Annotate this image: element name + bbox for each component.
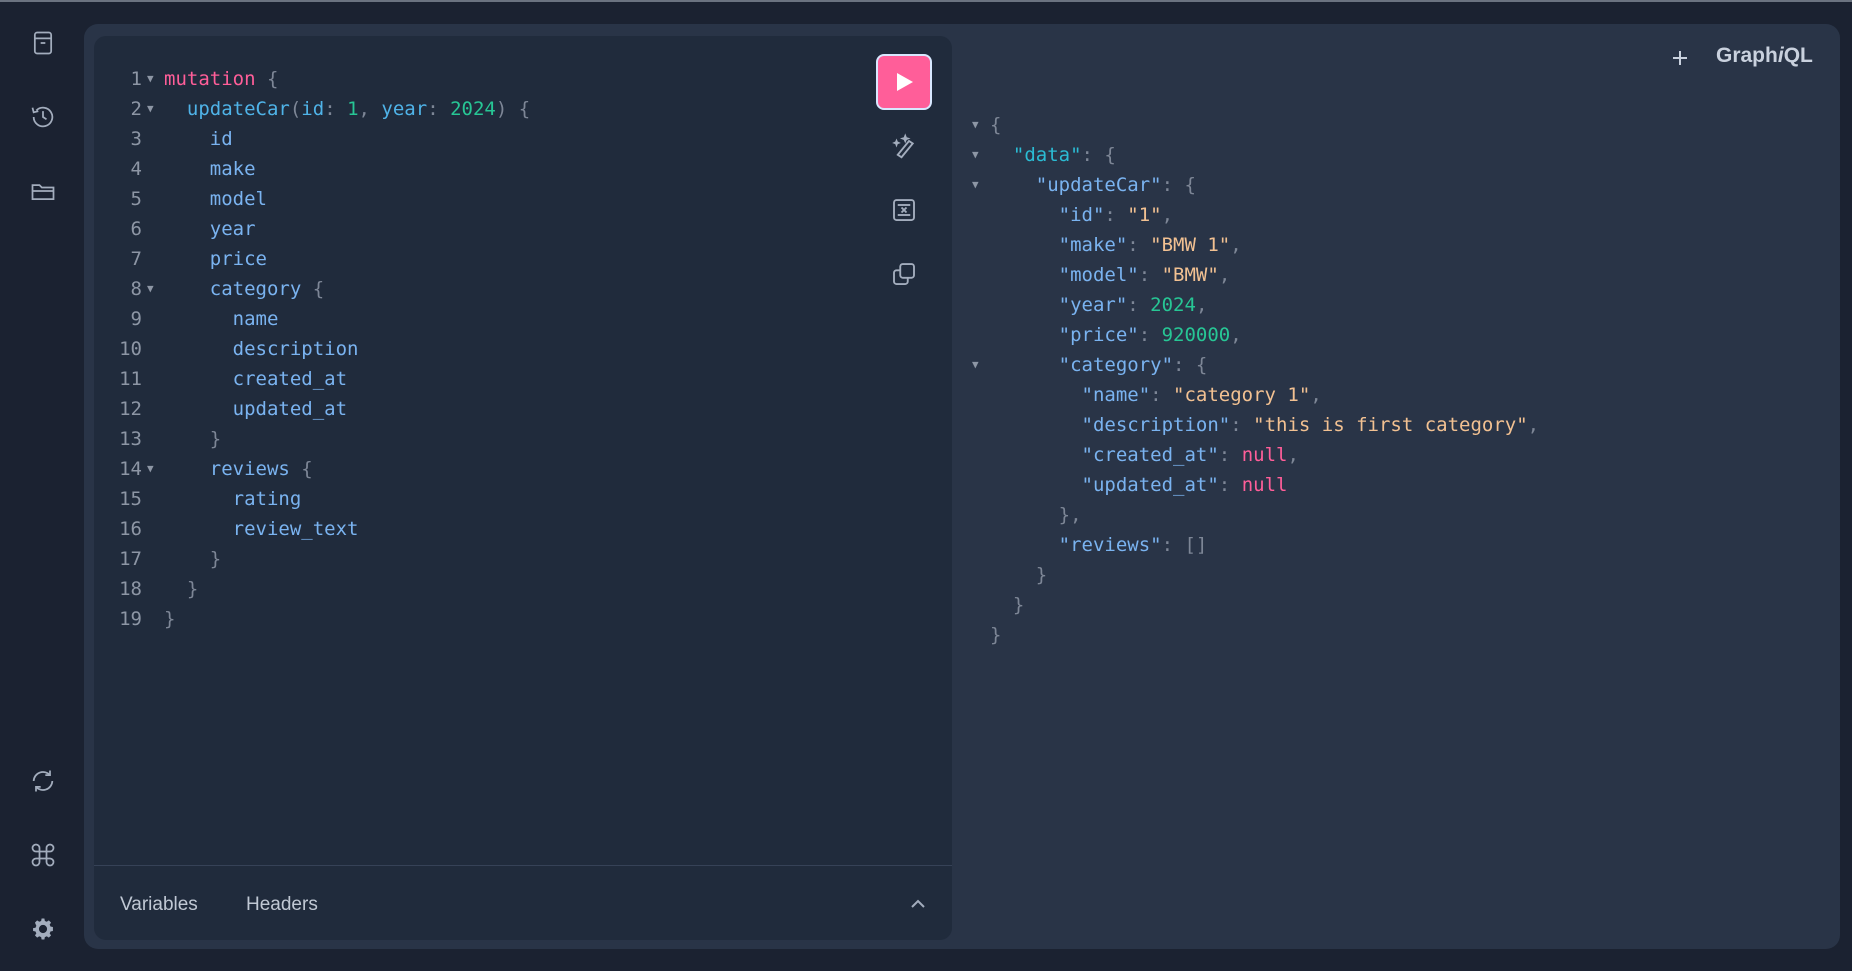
plus-icon [1673, 51, 1687, 65]
json-text: } [1035, 564, 1048, 586]
query-editor[interactable]: 1 ▼ mutation {2 ▼ updateCar(id: 1, year: 20… [94, 36, 952, 940]
history-icon[interactable] [24, 98, 62, 136]
json-text: "updateCar": { [1035, 174, 1196, 196]
code-text: name [232, 308, 279, 330]
shortcuts-icon[interactable] [24, 836, 62, 874]
code-text: } [209, 428, 222, 450]
code-text: id [209, 128, 233, 150]
fold-toggle-icon[interactable]: ▼ [147, 64, 154, 94]
editor-bottom-tabs: Variables Headers [94, 865, 952, 941]
code-text: reviews { [209, 458, 313, 480]
line-number: 6 [130, 218, 142, 240]
line-number: 14 [119, 458, 142, 480]
line-number: 3 [130, 128, 142, 150]
chevron-up-icon[interactable] [906, 892, 930, 916]
line-number: 8 [130, 278, 142, 300]
line-number: 5 [130, 188, 142, 210]
json-text: }, [1058, 504, 1082, 526]
line-number: 1 [130, 68, 142, 90]
code-text: year [209, 218, 256, 240]
json-text: "model": "BMW", [1058, 264, 1231, 286]
code-text: mutation { [164, 68, 279, 90]
sidebar [0, 2, 84, 971]
line-number: 4 [130, 158, 142, 180]
code-text: } [186, 578, 199, 600]
code-text: model [209, 188, 267, 210]
code-text: make [209, 158, 256, 180]
line-number: 19 [119, 608, 142, 630]
fold-toggle-icon[interactable]: ▼ [972, 140, 979, 170]
code-text: updated_at [232, 398, 348, 420]
docs-icon[interactable] [24, 24, 62, 62]
line-number: 12 [119, 398, 142, 420]
line-number: 16 [119, 518, 142, 540]
json-text: "description": "this is first category", [1081, 414, 1540, 436]
code-text: rating [232, 488, 302, 510]
fold-toggle-icon[interactable]: ▼ [972, 350, 979, 380]
code-text: } [209, 548, 222, 570]
window-top-border [0, 0, 1852, 2]
tab-headers[interactable]: Headers [246, 894, 318, 916]
line-number: 15 [119, 488, 142, 510]
json-text: "data": { [1012, 144, 1116, 166]
line-number: 2 [130, 98, 142, 120]
line-number: 11 [119, 368, 142, 390]
settings-icon[interactable] [24, 910, 62, 948]
line-number: 17 [119, 548, 142, 570]
json-text: "name": "category 1", [1081, 384, 1322, 406]
line-number: 9 [130, 308, 142, 330]
execute-query-button[interactable] [876, 54, 932, 110]
code-text: category { [209, 278, 325, 300]
line-number: 13 [119, 428, 142, 450]
json-text: "updated_at": null [1081, 474, 1288, 496]
fold-toggle-icon[interactable]: ▼ [972, 170, 979, 200]
json-text: "price": 920000, [1058, 324, 1242, 346]
line-number: 7 [130, 248, 142, 270]
copy-icon[interactable] [884, 254, 924, 294]
json-text: "id": "1", [1058, 204, 1174, 226]
code-text: created_at [232, 368, 348, 390]
json-text: "make": "BMW 1", [1058, 234, 1242, 256]
code-text: review_text [232, 518, 359, 540]
json-text: { [990, 114, 1002, 136]
code-text: updateCar(id: 1, year: 2024) { [186, 98, 531, 120]
json-text: } [990, 624, 1002, 646]
play-icon [897, 73, 913, 91]
prettify-icon[interactable] [884, 126, 924, 166]
code-text: } [164, 608, 176, 630]
add-tab-button[interactable] [1666, 44, 1694, 72]
merge-fragments-icon[interactable] [884, 190, 924, 230]
explorer-icon[interactable] [24, 172, 62, 210]
tab-variables[interactable]: Variables [120, 894, 198, 916]
fold-toggle-icon[interactable]: ▼ [147, 94, 154, 124]
fold-toggle-icon[interactable]: ▼ [972, 110, 979, 140]
fold-toggle-icon[interactable]: ▼ [147, 274, 154, 304]
json-text: "reviews": [] [1058, 534, 1208, 556]
json-text: "created_at": null, [1081, 444, 1299, 466]
code-text: description [232, 338, 359, 360]
refetch-schema-icon[interactable] [24, 762, 62, 800]
result-viewer: ▼ { ▼ "data": { ▼ "updateCar": { "id": "1",… [952, 36, 1832, 936]
json-text: "year": 2024, [1058, 294, 1208, 316]
code-text: price [209, 248, 267, 270]
line-number: 18 [119, 578, 142, 600]
json-text: "category": { [1058, 354, 1208, 376]
fold-toggle-icon[interactable]: ▼ [147, 454, 154, 484]
line-number: 10 [119, 338, 142, 360]
graphiql-logo: GraphiQL [1716, 44, 1813, 67]
json-text: } [1012, 594, 1025, 616]
